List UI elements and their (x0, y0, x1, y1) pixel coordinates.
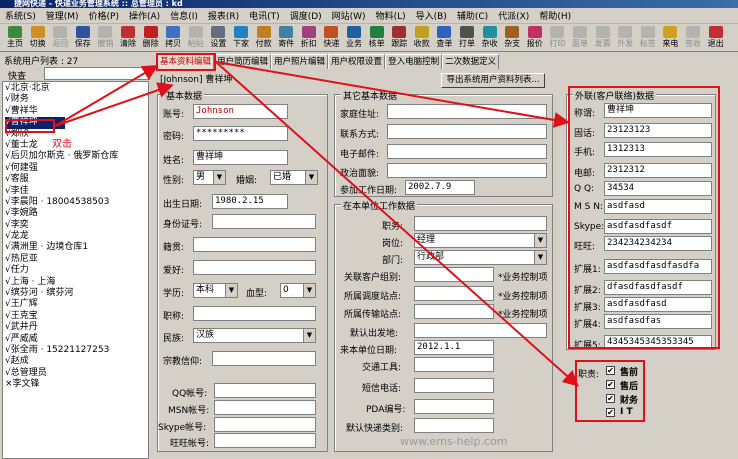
arrow-to-contact (215, 61, 570, 128)
watermark: www.ems-help.com (400, 435, 508, 448)
arrow-to-duties (215, 61, 579, 387)
annotation-arrows (54, 61, 579, 387)
